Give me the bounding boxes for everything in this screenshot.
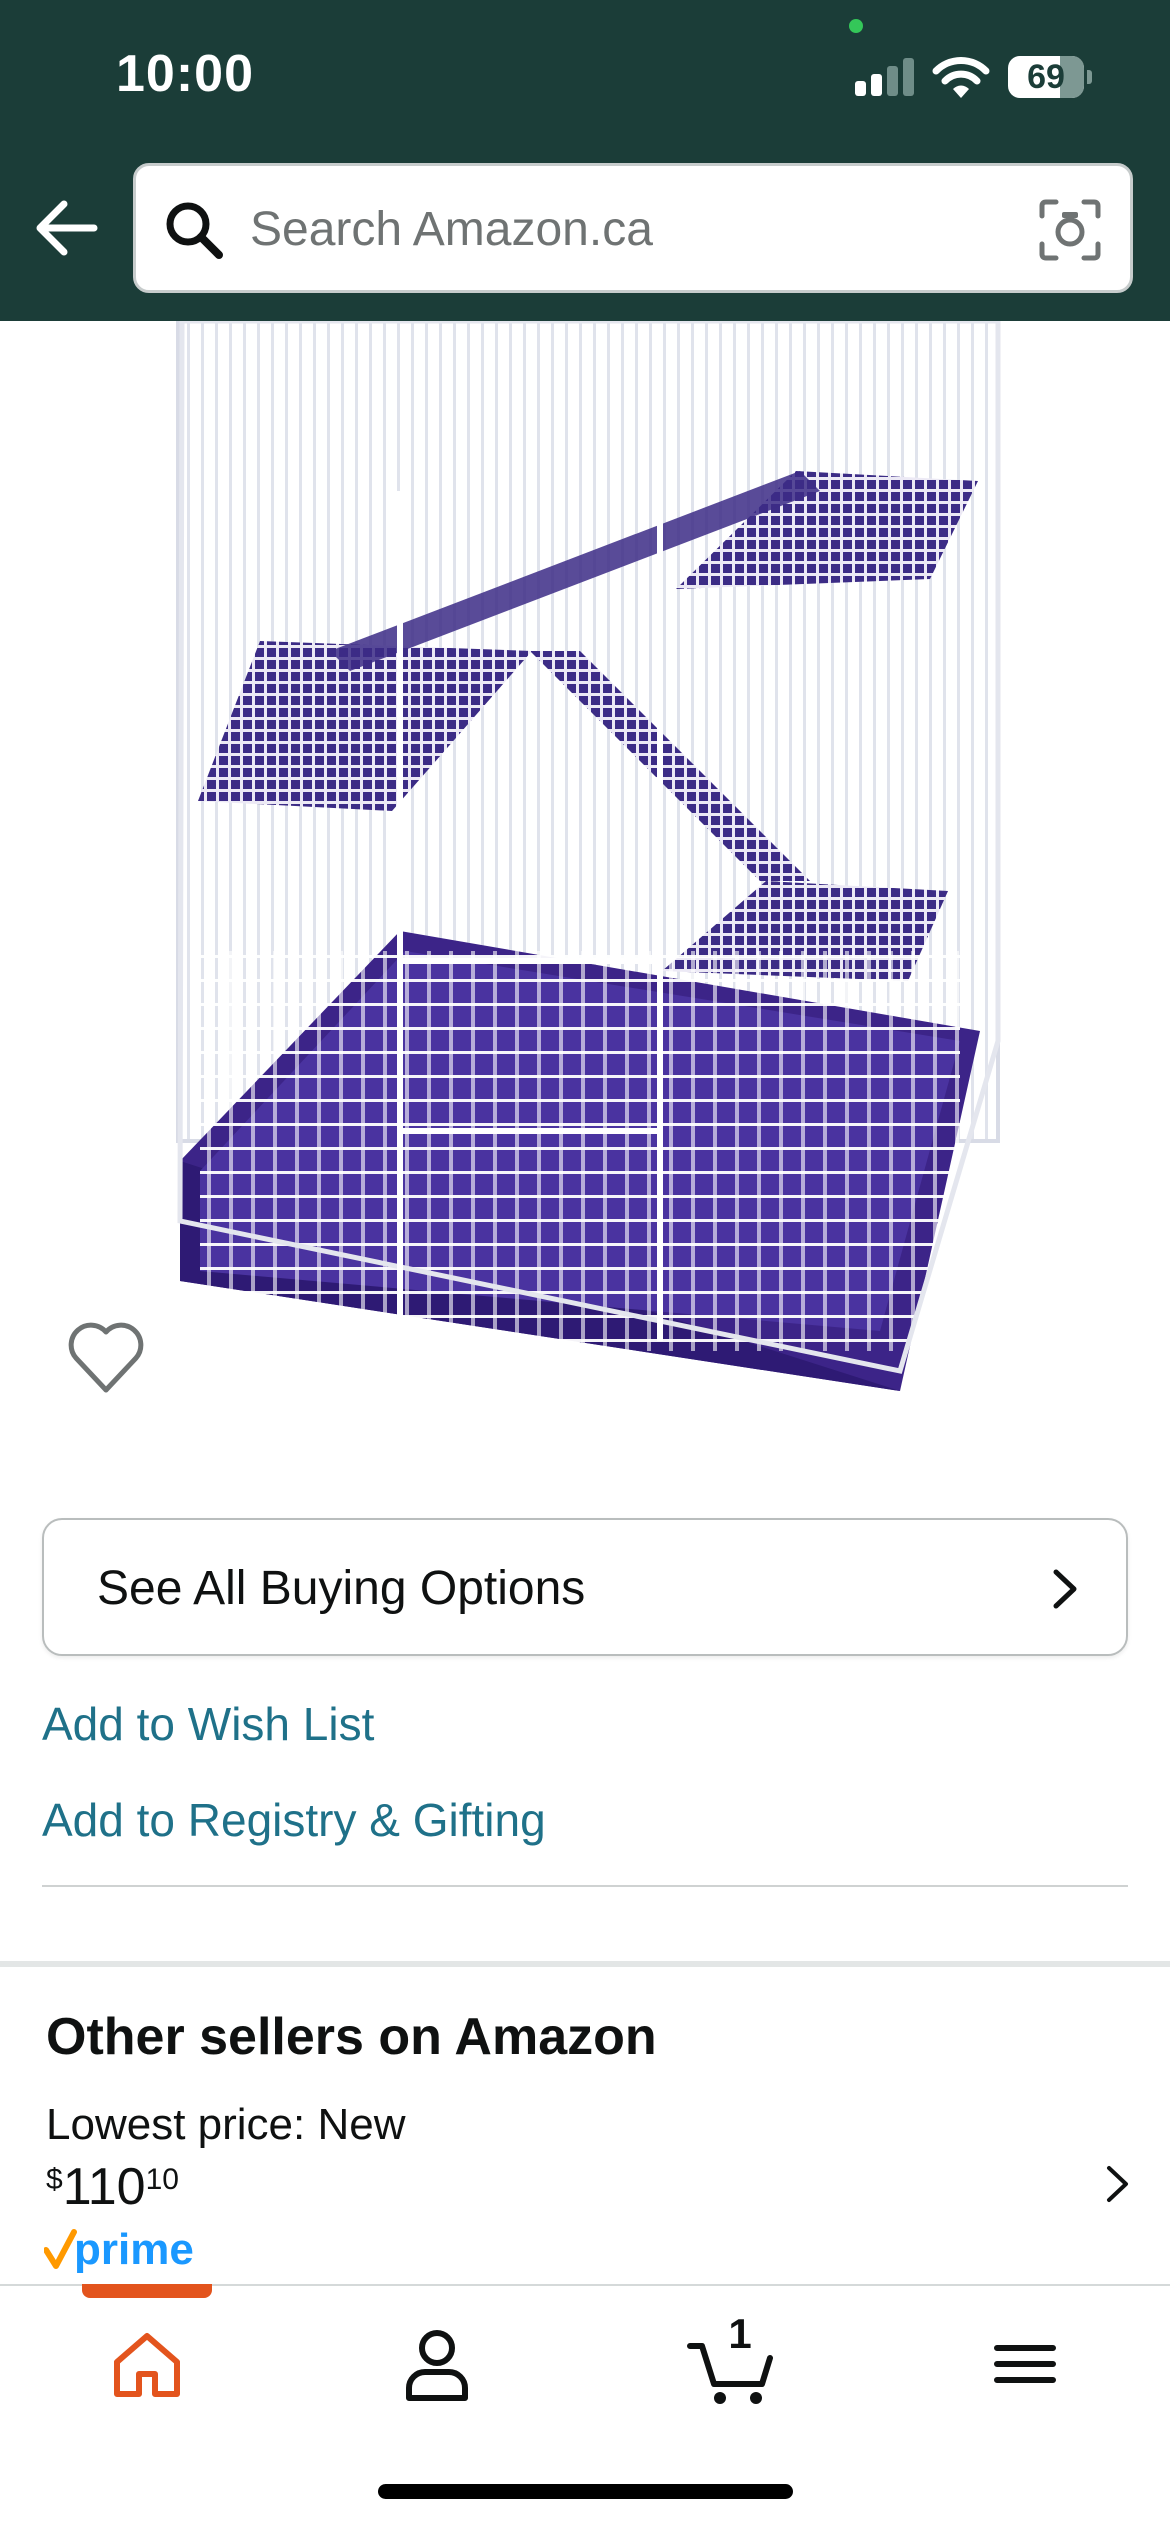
heart-icon[interactable]: [66, 1320, 146, 1396]
product-image[interactable]: [0, 321, 1170, 1441]
other-sellers-chevron-icon[interactable]: [1100, 2162, 1134, 2206]
cellular-signal-icon: [855, 58, 915, 96]
add-to-wish-list-link[interactable]: Add to Wish List: [42, 1697, 374, 1751]
search-bar[interactable]: [133, 163, 1133, 293]
home-tab[interactable]: [97, 2318, 197, 2408]
divider: [42, 1885, 1128, 1887]
search-icon: [166, 202, 223, 259]
section-divider: [0, 1961, 1170, 1967]
price-currency-symbol: $: [46, 2163, 63, 2196]
prime-badge-text: prime: [74, 2225, 194, 2274]
other-sellers-heading: Other sellers on Amazon: [46, 2008, 657, 2066]
wifi-icon: [932, 57, 990, 98]
lowest-price-label: Lowest price: New: [46, 2100, 406, 2149]
price-fraction: 10: [145, 2163, 179, 2196]
battery-percent: 69: [1027, 58, 1065, 96]
privacy-indicator-dot: [849, 19, 863, 33]
product-cage-illustration: [176, 321, 1001, 1391]
home-indicator[interactable]: [378, 2484, 793, 2499]
back-arrow-icon[interactable]: [30, 196, 100, 260]
buying-options-label: See All Buying Options: [97, 1562, 586, 1615]
price-whole: 110: [62, 2158, 146, 2216]
active-tab-indicator: [82, 2284, 212, 2298]
see-all-buying-options-button[interactable]: See All Buying Options: [42, 1518, 1128, 1656]
add-to-registry-link[interactable]: Add to Registry & Gifting: [42, 1793, 546, 1847]
chevron-right-icon: [1053, 1569, 1077, 1609]
status-time: 10:00: [116, 45, 254, 103]
search-input[interactable]: [250, 196, 990, 262]
battery-icon: 69: [1008, 56, 1092, 98]
prime-badge-icon: prime: [44, 2225, 194, 2274]
account-tab[interactable]: [387, 2318, 487, 2408]
menu-tab[interactable]: [975, 2318, 1075, 2408]
camera-icon[interactable]: [1038, 198, 1102, 262]
cart-count-badge: 1: [728, 2310, 752, 2357]
lowest-price-value: $11010: [46, 2157, 179, 2217]
top-header: 10:00 69: [0, 0, 1170, 321]
